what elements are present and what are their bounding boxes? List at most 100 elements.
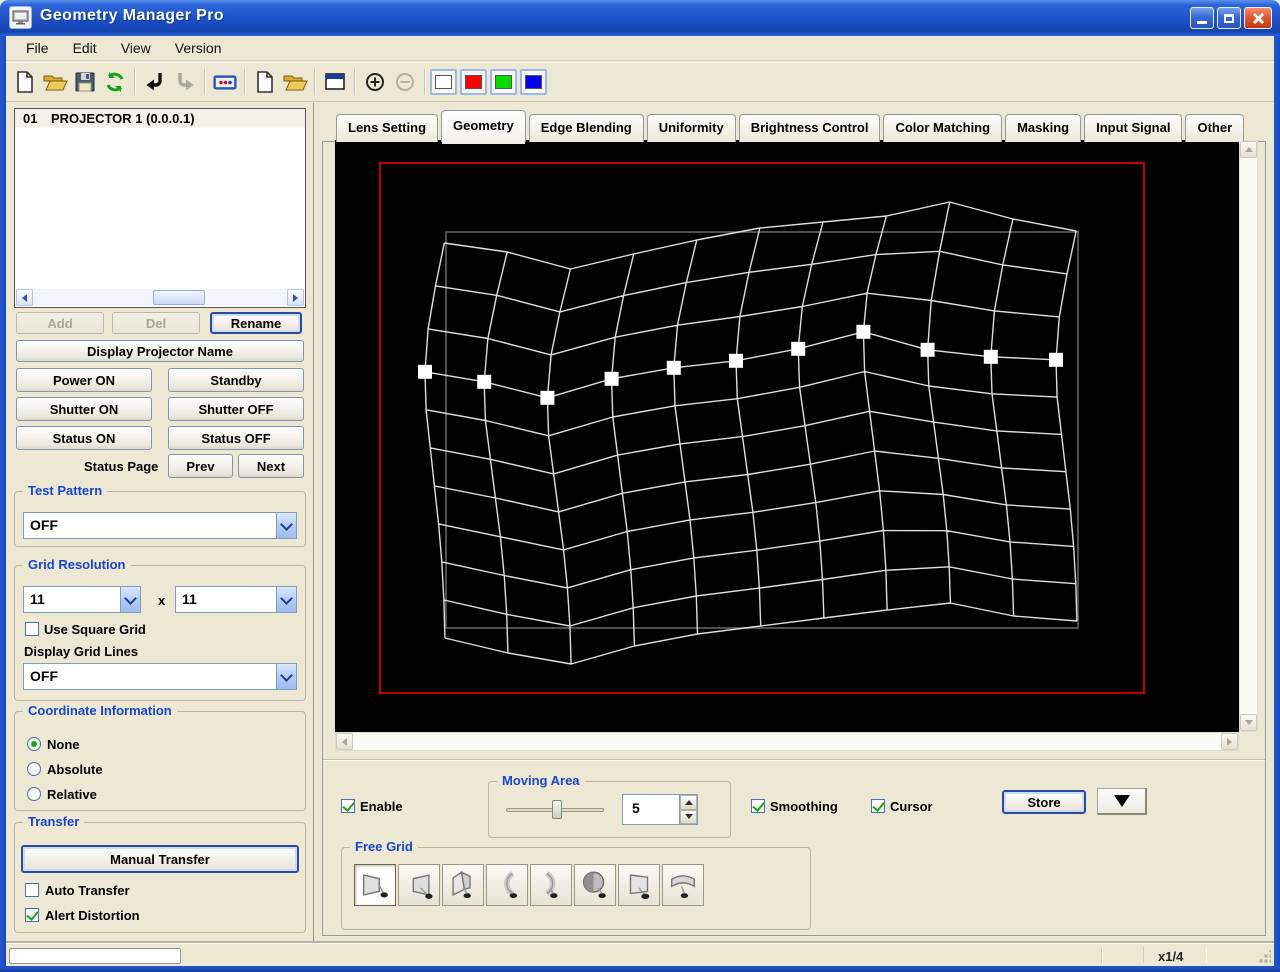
return-arrow-icon[interactable] (140, 67, 170, 97)
projector-list-item[interactable]: 01 PROJECTOR 1 (0.0.0.1) (15, 109, 305, 128)
power-on-button[interactable]: Power ON (16, 368, 152, 392)
canvas-horizontal-scrollbar[interactable] (335, 732, 1239, 751)
chevron-down-icon[interactable] (120, 587, 140, 612)
minimize-button[interactable] (1190, 7, 1214, 29)
scroll-left-button[interactable] (16, 289, 33, 306)
canvas-vertical-scrollbar[interactable] (1239, 140, 1258, 732)
display-projector-name-button[interactable]: Display Projector Name (16, 340, 304, 362)
tab-brightness-control[interactable]: Brightness Control (738, 114, 881, 142)
free-grid-mode-2-button[interactable] (398, 864, 440, 906)
menu-view[interactable]: View (111, 37, 161, 59)
geometry-canvas[interactable] (335, 140, 1239, 732)
blue-swatch-button[interactable] (520, 69, 547, 95)
close-button[interactable] (1244, 7, 1272, 29)
store-dropdown-button[interactable] (1097, 788, 1147, 815)
add-button[interactable]: Add (16, 312, 104, 334)
red-swatch-button[interactable] (460, 69, 487, 95)
free-grid-mode-8-button[interactable] (662, 864, 704, 906)
new-file-icon[interactable] (10, 67, 40, 97)
tab-input-signal[interactable]: Input Signal (1084, 114, 1183, 142)
maximize-button[interactable] (1217, 7, 1241, 29)
status-on-button[interactable]: Status ON (16, 426, 152, 450)
tab-color-matching[interactable]: Color Matching (883, 114, 1003, 142)
auto-transfer-checkbox[interactable] (25, 883, 39, 897)
tab-lens-setting[interactable]: Lens Setting (336, 114, 439, 142)
chevron-down-icon[interactable] (276, 664, 296, 689)
new-file-2-icon[interactable] (250, 67, 280, 97)
prev-button[interactable]: Prev (168, 454, 233, 478)
status-off-button[interactable]: Status OFF (168, 426, 304, 450)
status-zoom-cell: x1/4 (1143, 947, 1207, 964)
zoom-in-icon[interactable] (360, 67, 390, 97)
test-pattern-combo[interactable]: OFF (23, 512, 297, 539)
open-file-icon[interactable] (40, 67, 70, 97)
free-grid-mode-7-button[interactable] (618, 864, 660, 906)
grid-y-combo[interactable]: 11 (175, 586, 297, 613)
scroll-right-button[interactable] (1221, 733, 1238, 750)
free-grid-mode-4-button[interactable] (486, 864, 528, 906)
store-button[interactable]: Store (1002, 790, 1086, 814)
tab-geometry[interactable]: Geometry (441, 110, 526, 144)
relative-radio[interactable] (27, 787, 41, 801)
del-button[interactable]: Del (112, 312, 200, 334)
shutter-on-button[interactable]: Shutter ON (16, 397, 152, 421)
use-square-grid-checkbox[interactable] (25, 622, 39, 636)
alert-distortion-checkbox[interactable] (25, 908, 39, 922)
refresh-icon[interactable] (100, 67, 130, 97)
scrollbar-thumb[interactable] (153, 290, 205, 305)
forward-arrow-icon[interactable] (170, 67, 200, 97)
chevron-down-icon[interactable] (276, 587, 296, 612)
tab-edge-blending[interactable]: Edge Blending (528, 114, 644, 142)
distortion-mesh[interactable] (335, 140, 1239, 732)
slider-thumb[interactable] (552, 800, 562, 819)
projector-list[interactable]: 01 PROJECTOR 1 (0.0.0.1) (14, 108, 306, 308)
cursor-checkbox[interactable] (871, 799, 885, 813)
free-grid-mode-3-button[interactable] (442, 864, 484, 906)
free-grid-mode-1-button[interactable] (354, 864, 396, 906)
title-bar: Geometry Manager Pro (0, 0, 1280, 36)
tab-uniformity[interactable]: Uniformity (646, 114, 736, 142)
free-grid-mode-6-button[interactable] (574, 864, 616, 906)
display-grid-lines-combo[interactable]: OFF (23, 663, 297, 690)
screen-curved-convex-icon (545, 871, 558, 899)
scroll-left-icon (22, 293, 27, 302)
scroll-right-button[interactable] (287, 289, 304, 306)
save-icon[interactable] (70, 67, 100, 97)
zoom-out-icon[interactable] (390, 67, 420, 97)
menu-version[interactable]: Version (165, 37, 232, 59)
projector-list-scrollbar[interactable] (16, 289, 304, 306)
tab-masking[interactable]: Masking (1005, 114, 1082, 142)
free-grid-mode-5-button[interactable] (530, 864, 572, 906)
none-radio[interactable] (27, 737, 41, 751)
scroll-up-button[interactable] (1240, 141, 1257, 158)
enable-checkbox[interactable] (341, 799, 355, 813)
scroll-left-button[interactable] (336, 733, 353, 750)
standby-button[interactable]: Standby (168, 368, 304, 392)
manual-transfer-button[interactable]: Manual Transfer (21, 845, 299, 873)
shutter-off-button[interactable]: Shutter OFF (168, 397, 304, 421)
spinner-down-button[interactable] (680, 809, 697, 824)
red-swatch-chip (465, 75, 482, 89)
window-frame-right (1274, 36, 1280, 972)
menu-edit[interactable]: Edit (63, 37, 107, 59)
control-panel-icon[interactable] (210, 67, 240, 97)
absolute-radio[interactable] (27, 762, 41, 776)
menu-file[interactable]: File (16, 37, 59, 59)
scroll-down-button[interactable] (1240, 714, 1257, 731)
spinner-up-button[interactable] (680, 795, 697, 810)
chevron-down-icon[interactable] (276, 513, 296, 538)
tab-other[interactable]: Other (1185, 114, 1245, 142)
grid-x-combo[interactable]: 11 (23, 586, 141, 613)
toolbar-separator (424, 69, 426, 95)
resize-grip[interactable] (1258, 950, 1271, 963)
green-swatch-button[interactable] (490, 69, 517, 95)
left-panel: 01 PROJECTOR 1 (0.0.0.1) Add Del Rename … (6, 103, 314, 942)
white-swatch-button[interactable] (430, 69, 457, 95)
smoothing-checkbox[interactable] (751, 799, 765, 813)
open-file-2-icon[interactable] (280, 67, 310, 97)
rename-button[interactable]: Rename (210, 312, 302, 334)
test-pattern-label: Test Pattern (23, 483, 108, 498)
window-icon[interactable] (320, 67, 350, 97)
moving-area-spinner[interactable]: 5 (622, 794, 698, 825)
next-button[interactable]: Next (238, 454, 304, 478)
